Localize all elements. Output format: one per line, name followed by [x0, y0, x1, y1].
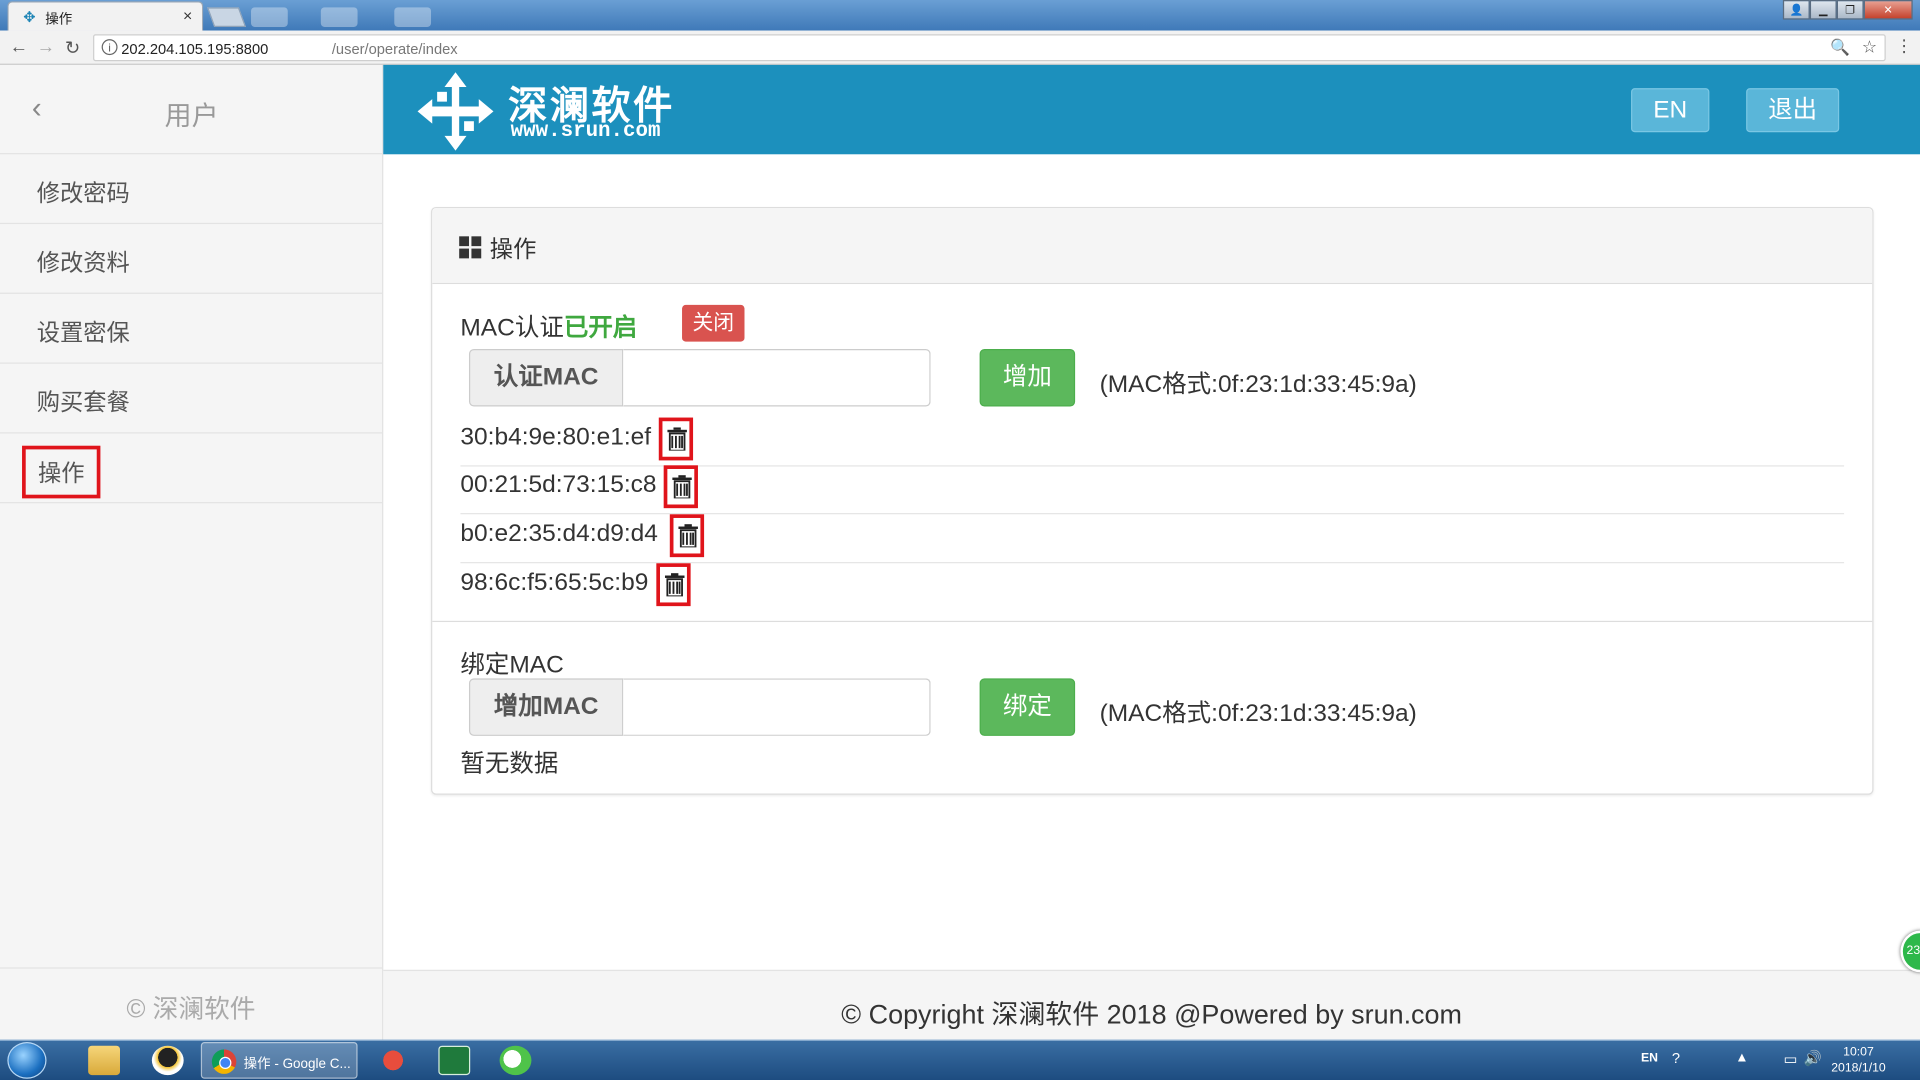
mac-address: 30:b4:9e:80:e1:ef: [460, 423, 652, 451]
floating-badge[interactable]: 23: [1900, 930, 1920, 973]
page-footer: © Copyright 深澜软件 2018 @Powered by srun.c…: [383, 969, 1920, 1040]
mac-address: 00:21:5d:73:15:c8: [460, 471, 657, 499]
mac-auth-status: 已开启: [563, 314, 638, 342]
close-window-icon[interactable]: ✕: [1863, 0, 1913, 20]
list-item: 98:6c:f5:65:5c:b9: [460, 563, 1844, 612]
footer-copyright: © Copyright 深澜软件 2018 @Powered by srun.c…: [841, 999, 1462, 1030]
taskbar-chrome-title: 操作 - Google C...: [243, 1056, 351, 1072]
tab-close-icon[interactable]: ×: [183, 6, 192, 24]
site-info-icon[interactable]: i: [101, 39, 118, 56]
tray-language[interactable]: EN: [1641, 1052, 1658, 1065]
auth-mac-input[interactable]: [623, 348, 931, 407]
mac-auth-label-prefix: MAC认证: [460, 314, 564, 342]
bookmark-star-icon[interactable]: ☆: [1862, 37, 1877, 58]
start-button-icon[interactable]: [7, 1042, 47, 1079]
sidebar-footer: © 深澜软件: [0, 967, 383, 1039]
panel-title: 操作: [489, 237, 537, 264]
window-controls: 👤 ▁ ❐ ✕: [1782, 0, 1913, 20]
reload-icon[interactable]: ↻: [65, 37, 80, 59]
bind-mac-format-hint: (MAC格式:0f:23:1d:33:45:9a): [1099, 700, 1417, 728]
mac-auth-label: MAC认证已开启: [460, 307, 637, 343]
browser-titlebar: ✥ 操作 × 👤 ▁ ❐ ✕: [0, 0, 1920, 31]
clock-time: 10:07: [1843, 1045, 1874, 1060]
sidebar-item-label: 修改资料: [36, 251, 130, 277]
url-path: /user/operate/index: [331, 40, 458, 58]
logo-text-en: www.srun.com: [510, 120, 661, 144]
sidebar-item-edit-profile[interactable]: 修改资料: [0, 224, 383, 294]
app-red-icon[interactable]: [377, 1045, 409, 1076]
browser-menu-icon[interactable]: ⋮: [1896, 36, 1913, 57]
back-icon[interactable]: ←: [10, 37, 28, 58]
mac-address: b0:e2:35:d4:d9:d4: [460, 520, 658, 548]
volume-icon[interactable]: 🔊: [1804, 1049, 1822, 1066]
grid-icon: [459, 236, 482, 259]
sidebar: ‹ 用户 修改密码 修改资料 设置密保 购买套餐 操作 © 深澜软件: [0, 64, 384, 1040]
sidebar-item-label: 操作: [22, 445, 101, 499]
sidebar-item-operations[interactable]: 操作: [0, 433, 383, 504]
sidebar-item-change-password[interactable]: 修改密码: [0, 154, 383, 225]
maximize-icon[interactable]: ❐: [1836, 0, 1864, 20]
zoom-icon[interactable]: 🔍: [1830, 38, 1850, 58]
url-bar[interactable]: i 202.204.105.195:8800 /user/operate/ind…: [93, 34, 1886, 62]
new-tab-button[interactable]: [207, 7, 247, 27]
delete-trash-icon[interactable]: [656, 563, 691, 607]
mac-address: 98:6c:f5:65:5c:b9: [460, 569, 649, 597]
desktop-ghost-icon: [251, 7, 288, 27]
delete-trash-icon[interactable]: [669, 514, 705, 558]
sidebar-item-security-question[interactable]: 设置密保: [0, 294, 383, 364]
bind-mac-addon: 增加MAC: [468, 678, 624, 736]
browser-tab-title: 操作: [45, 12, 73, 27]
bind-mac-button[interactable]: 绑定: [979, 678, 1076, 736]
tray-expand-icon[interactable]: ▲: [1735, 1051, 1748, 1066]
explorer-icon[interactable]: [88, 1045, 121, 1076]
sidebar-item-label: 设置密保: [36, 320, 130, 347]
taskbar-chrome-window[interactable]: 操作 - Google C...: [200, 1042, 358, 1079]
network-icon[interactable]: ▭: [1784, 1051, 1798, 1068]
address-toolbar: ← → ↻ i 202.204.105.195:8800 /user/opera…: [0, 30, 1920, 65]
sidebar-item-buy-package[interactable]: 购买套餐: [0, 364, 383, 434]
wechat-icon[interactable]: [499, 1045, 532, 1076]
auth-mac-addon: 认证MAC: [468, 348, 624, 407]
tray-clock[interactable]: 10:07 2018/1/10: [1831, 1044, 1885, 1076]
delete-trash-icon[interactable]: [658, 417, 694, 461]
empty-state-text: 暂无数据: [460, 750, 559, 778]
desktop-ghost-icon: [394, 7, 432, 27]
chrome-icon: [211, 1049, 237, 1074]
list-item: 00:21:5d:73:15:c8: [460, 465, 1845, 515]
excel-icon[interactable]: [438, 1045, 471, 1076]
delete-trash-icon[interactable]: [663, 465, 698, 509]
url-host: 202.204.105.195:8800: [121, 40, 269, 58]
bind-mac-label: 绑定MAC: [460, 651, 564, 679]
add-mac-button[interactable]: 增加: [979, 348, 1076, 407]
panel-header: 操作: [432, 208, 1873, 285]
sidebar-header: ‹ 用户: [0, 65, 383, 155]
browser-tab-active[interactable]: ✥ 操作 ×: [7, 1, 204, 31]
srun-logo-icon: [417, 72, 494, 151]
site-header: 深澜软件 www.srun.com EN 退出: [383, 64, 1920, 155]
logout-button[interactable]: 退出: [1746, 88, 1840, 133]
desktop-ghost-icon: [320, 7, 358, 27]
sidebar-title: 用户: [164, 100, 219, 132]
help-icon[interactable]: ?: [1672, 1049, 1680, 1066]
clock-date: 2018/1/10: [1831, 1061, 1886, 1076]
qq-icon[interactable]: [151, 1045, 184, 1076]
sidebar-copyright: © 深澜软件: [126, 995, 256, 1024]
mac-format-hint: (MAC格式:0f:23:1d:33:45:9a): [1099, 371, 1417, 398]
user-icon[interactable]: 👤: [1782, 0, 1810, 20]
section-divider: [432, 620, 1873, 623]
sidebar-item-label: 购买套餐: [36, 390, 130, 417]
minimize-icon[interactable]: ▁: [1809, 0, 1837, 20]
list-item: 30:b4:9e:80:e1:ef: [460, 417, 1845, 467]
language-button[interactable]: EN: [1631, 88, 1710, 133]
os-taskbar: 操作 - Google C... EN ? ▲ ▭ 🔊 10:07 2018/1…: [0, 1039, 1920, 1080]
favicon-icon: ✥: [23, 8, 36, 26]
close-mac-auth-button[interactable]: 关闭: [682, 304, 745, 342]
list-item: b0:e2:35:d4:d9:d4: [460, 514, 1845, 564]
sidebar-item-label: 修改密码: [36, 181, 130, 207]
bind-mac-input[interactable]: [623, 678, 931, 736]
forward-icon[interactable]: →: [37, 37, 55, 58]
